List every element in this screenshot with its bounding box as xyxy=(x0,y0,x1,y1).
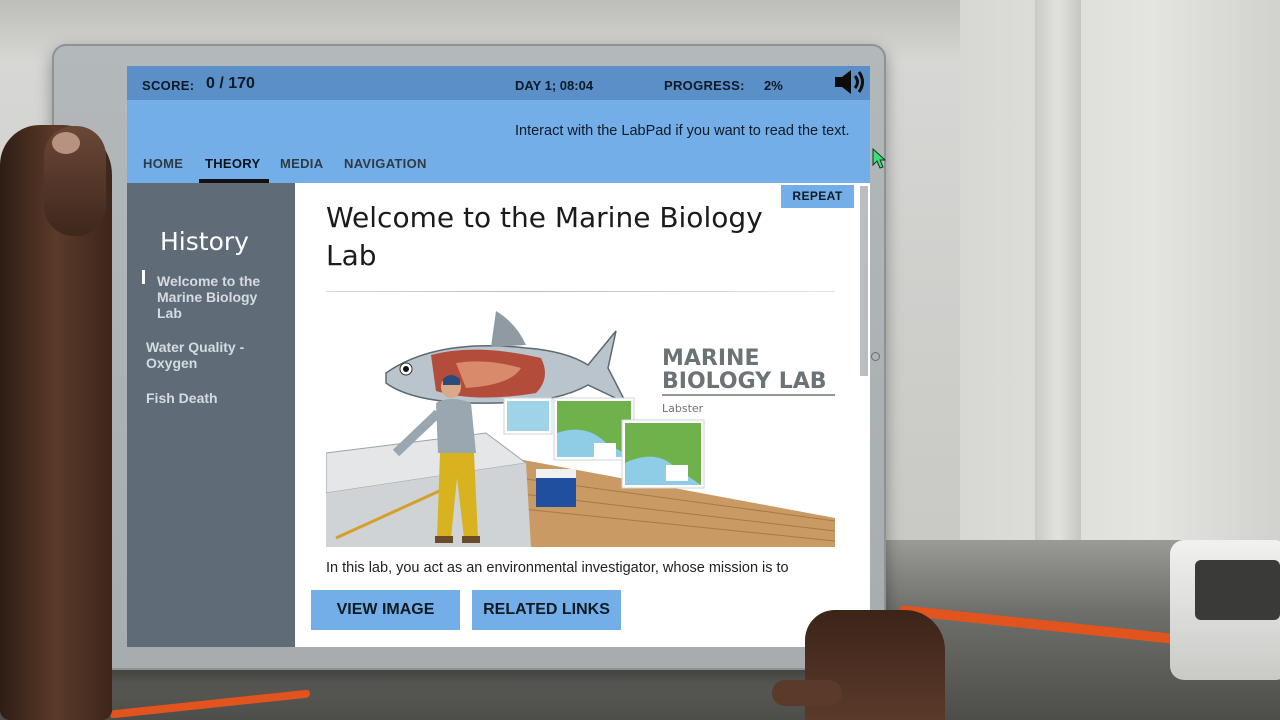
lab-device-slot xyxy=(1195,560,1280,620)
right-finger xyxy=(772,680,842,706)
room-pillar xyxy=(1035,0,1081,560)
logo-line1: MARINE xyxy=(662,346,760,371)
logo-line2: BIOLOGY LAB xyxy=(662,369,827,394)
history-sidebar: History Welcome to the Marine Biology La… xyxy=(127,183,295,647)
sidebar-item-fish-death[interactable]: Fish Death xyxy=(146,390,276,406)
tablet-home-button[interactable] xyxy=(871,352,880,361)
left-thumb-nail xyxy=(52,132,80,154)
score-value: 0 / 170 xyxy=(206,75,255,92)
tab-navigation[interactable]: NAVIGATION xyxy=(344,156,427,171)
mouse-cursor-icon xyxy=(872,148,886,169)
view-image-button[interactable]: VIEW IMAGE xyxy=(311,590,460,630)
score-label: SCORE: xyxy=(142,78,195,93)
title-divider xyxy=(326,291,835,292)
room-wall xyxy=(960,0,1280,560)
sidebar-title: History xyxy=(160,227,249,256)
status-bar: SCORE: 0 / 170 DAY 1; 08:04 PROGRESS: 2% xyxy=(127,66,870,100)
fish-illustration xyxy=(385,311,628,405)
nav-hint-text: Interact with the LabPad if you want to … xyxy=(515,123,850,139)
labpad-screen: SCORE: 0 / 170 DAY 1; 08:04 PROGRESS: 2%… xyxy=(127,66,870,647)
active-item-marker xyxy=(142,270,145,284)
tab-theory[interactable]: THEORY xyxy=(205,156,261,171)
related-links-button[interactable]: RELATED LINKS xyxy=(472,590,621,630)
day-time: DAY 1; 08:04 xyxy=(515,78,594,93)
nav-bar: HOME THEORY MEDIA NAVIGATION Interact wi… xyxy=(127,100,870,183)
scrollbar-thumb[interactable] xyxy=(860,186,868,376)
progress-value: 2% xyxy=(764,78,783,93)
logo-brand: Labster xyxy=(662,402,704,415)
tab-home[interactable]: HOME xyxy=(143,156,183,171)
sidebar-item-water-quality[interactable]: Water Quality - Oxygen xyxy=(146,339,276,371)
tab-media[interactable]: MEDIA xyxy=(280,156,323,171)
intro-paragraph: In this lab, you act as an environmental… xyxy=(326,560,789,576)
sidebar-item-welcome[interactable]: Welcome to the Marine Biology Lab xyxy=(157,273,277,321)
progress-label: PROGRESS: xyxy=(664,78,745,93)
speaker-icon[interactable] xyxy=(833,68,867,96)
content-panel: REPEAT Welcome to the Marine Biology Lab xyxy=(295,183,856,647)
cooler xyxy=(536,475,576,507)
page-title: Welcome to the Marine Biology Lab xyxy=(326,201,763,272)
marine-lab-hero-image: MARINE BIOLOGY LAB Labster xyxy=(326,311,835,547)
